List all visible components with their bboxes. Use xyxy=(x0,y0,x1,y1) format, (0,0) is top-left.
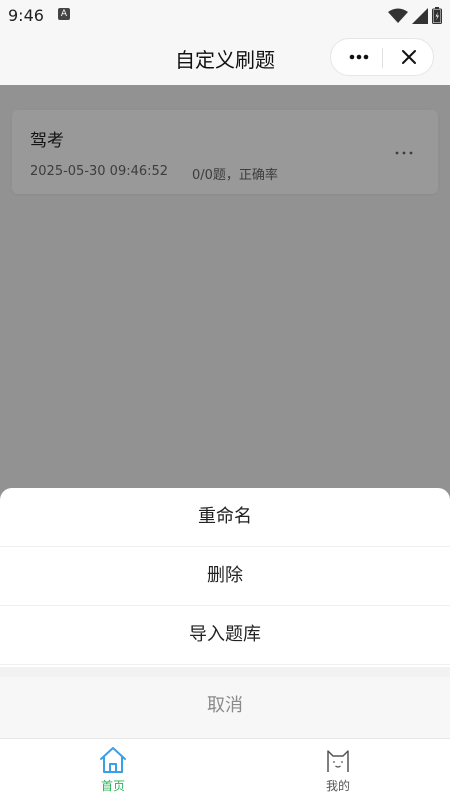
close-icon xyxy=(402,50,416,64)
more-icon xyxy=(349,54,369,60)
capsule-close-button[interactable] xyxy=(391,45,427,69)
tab-mine[interactable]: 我的 xyxy=(298,745,378,797)
mini-program-capsule xyxy=(330,38,434,76)
signal-icon xyxy=(412,7,428,24)
sheet-divider xyxy=(0,667,450,677)
tab-mine-label: 我的 xyxy=(325,779,350,793)
delete-option[interactable]: 删除 xyxy=(0,547,450,606)
capsule-divider xyxy=(382,48,383,68)
import-question-bank-option[interactable]: 导入题库 xyxy=(0,606,450,665)
notification-icon: A xyxy=(58,8,70,20)
battery-icon xyxy=(432,7,442,24)
nav-header: 自定义刷题 xyxy=(0,30,450,85)
tab-bar: 首页 我的 xyxy=(0,738,450,800)
tab-home-label: 首页 xyxy=(100,779,125,793)
home-icon xyxy=(100,747,126,773)
tab-home[interactable]: 首页 xyxy=(73,745,153,797)
status-bar: 9:46 A xyxy=(0,0,450,30)
status-icons xyxy=(388,7,442,24)
capsule-more-button[interactable] xyxy=(341,45,377,69)
rename-option[interactable]: 重命名 xyxy=(0,488,450,547)
action-sheet: 重命名 删除 导入题库 取消 xyxy=(0,488,450,738)
wifi-icon xyxy=(388,8,408,23)
cat-face-icon xyxy=(327,750,349,772)
cancel-button[interactable]: 取消 xyxy=(0,677,450,738)
status-time: 9:46 xyxy=(8,6,44,25)
screen: 9:46 A 自定义刷题 驾考 2025-05-30 09:46:52 0/0题… xyxy=(0,0,450,800)
